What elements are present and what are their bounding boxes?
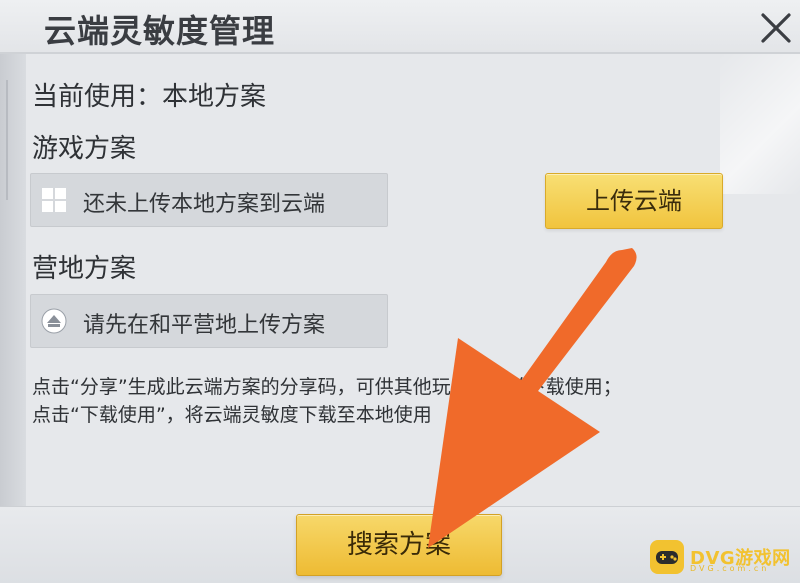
gamepad-icon [650,540,684,574]
hint-line-1: 点击“分享”生成此云端方案的分享码，可供其他玩家搜索并下载使用； [32,376,622,398]
close-button[interactable] [758,10,794,46]
dialog-body: 当前使用：本地方案 游戏方案 还未上传本地方案到云端 上传云端 营地方案 请先在… [26,56,800,506]
search-plan-button[interactable]: 搜索方案 [296,514,502,576]
upload-cloud-button[interactable]: 上传云端 [545,173,723,229]
camp-logo-icon [41,308,67,334]
game-plan-label: 游戏方案 [32,134,137,164]
camp-plan-status-box: 请先在和平营地上传方案 [30,294,388,348]
hint-line-2: 点击“下载使用”，将云端灵敏度下载至本地使用 [32,404,432,426]
grid-icon [41,187,67,213]
dialog-title: 云端灵敏度管理 [44,12,276,50]
dialog-panel: 云端灵敏度管理 当前使用：本地方案 游戏方案 还未上传本地方案到云端 上传云端 [0,0,800,583]
camp-plan-label: 营地方案 [32,254,137,284]
close-icon [761,13,791,43]
game-plan-status-box: 还未上传本地方案到云端 [30,173,388,227]
dialog-header: 云端灵敏度管理 [0,0,800,54]
watermark-sub: DVG.com.cn [690,564,770,573]
left-decoration-line [6,80,20,200]
left-decoration-strip [0,0,26,583]
watermark: DVG游戏网 DVG.com.cn [650,538,792,576]
game-plan-status-text: 还未上传本地方案到云端 [83,192,326,217]
camp-plan-status-text: 请先在和平营地上传方案 [83,313,326,338]
current-use-text: 当前使用：本地方案 [32,82,267,112]
